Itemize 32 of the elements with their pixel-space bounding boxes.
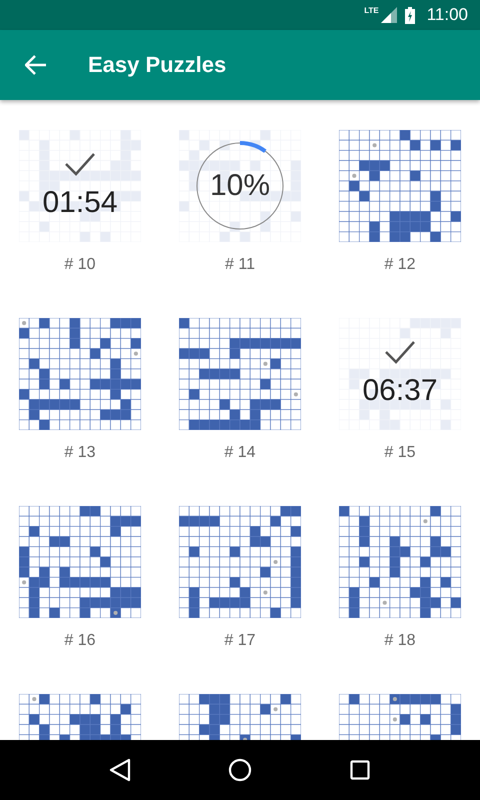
puzzle-thumbnail[interactable]	[179, 506, 301, 618]
puzzle-thumbnail[interactable]: 10%	[179, 130, 301, 242]
puzzle-number: # 14	[224, 444, 256, 462]
puzzle-number: # 10	[64, 256, 96, 274]
puzzle-thumbnail[interactable]	[19, 318, 141, 430]
puzzle-number: # 15	[384, 444, 416, 462]
checkmark-icon	[64, 152, 96, 176]
puzzle-number: # 13	[64, 444, 96, 462]
puzzle-thumbnail[interactable]	[179, 318, 301, 430]
status-time: 11:00	[426, 5, 468, 25]
battery-icon	[404, 6, 415, 24]
solve-time: 06:37	[362, 374, 438, 408]
network-type: LTE	[364, 6, 379, 15]
signal-icon	[380, 7, 397, 23]
circle-icon	[228, 758, 252, 782]
checkmark-icon	[384, 340, 416, 364]
back-arrow-icon	[25, 55, 47, 75]
triangle-icon	[109, 758, 131, 782]
puzzle-number: # 17	[224, 632, 256, 650]
puzzle-thumbnail[interactable]	[19, 506, 141, 618]
puzzle-number: # 12	[384, 256, 416, 274]
puzzle-number: # 11	[225, 256, 255, 274]
square-icon	[350, 760, 370, 780]
puzzle-thumbnail[interactable]	[339, 130, 461, 242]
screen-title: Easy Puzzles	[88, 52, 226, 78]
puzzle-thumbnail[interactable]: 06:37	[339, 318, 461, 430]
puzzle-number: # 18	[384, 632, 416, 650]
progress-percent: 10%	[210, 169, 270, 203]
puzzle-thumbnail[interactable]: 01:54	[19, 130, 141, 242]
puzzle-number: # 16	[64, 632, 96, 650]
puzzle-thumbnail[interactable]	[339, 506, 461, 618]
solve-time: 01:54	[42, 186, 118, 220]
